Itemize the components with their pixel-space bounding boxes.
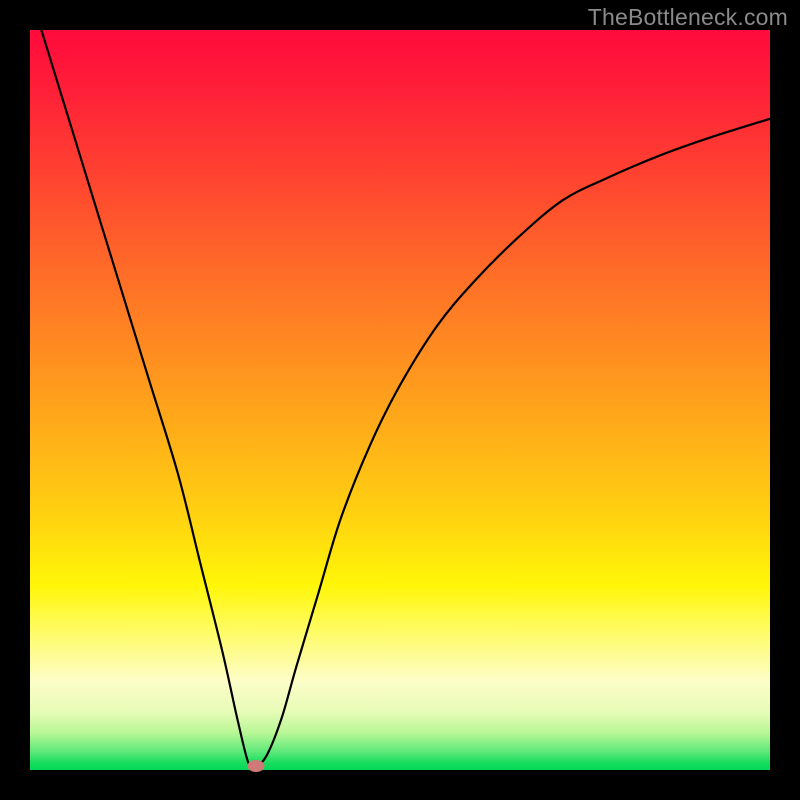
chart-frame: TheBottleneck.com (0, 0, 800, 800)
watermark-text: TheBottleneck.com (588, 4, 788, 31)
minimum-marker (247, 760, 264, 772)
bottleneck-curve (30, 30, 770, 770)
plot-area (30, 30, 770, 770)
